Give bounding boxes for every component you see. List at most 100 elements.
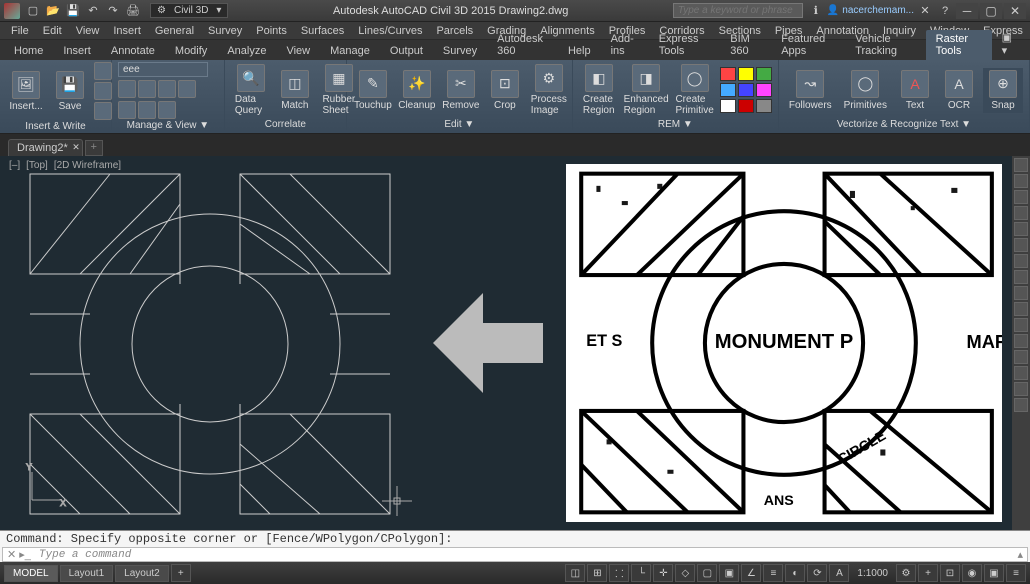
- otrack-icon[interactable]: ∠: [741, 564, 761, 582]
- save-button[interactable]: 💾Save: [50, 69, 90, 114]
- help-search-input[interactable]: [673, 3, 803, 18]
- panel-title[interactable]: Edit ▼: [353, 118, 566, 131]
- tab-insert[interactable]: Insert: [53, 42, 101, 60]
- exchange-icon[interactable]: ✕: [916, 2, 934, 20]
- navbar-icon[interactable]: [1014, 302, 1028, 316]
- annotation-monitor-icon[interactable]: +: [918, 564, 938, 582]
- tab-annotate[interactable]: Annotate: [101, 42, 165, 60]
- text-button[interactable]: AText: [895, 68, 935, 113]
- tab-express-tools[interactable]: Express Tools: [649, 30, 721, 60]
- swatch-white[interactable]: [720, 99, 736, 113]
- enhanced-region-button[interactable]: ◨Enhanced Region: [623, 62, 670, 118]
- tab-vehicle-tracking[interactable]: Vehicle Tracking: [845, 30, 925, 60]
- swatch-green[interactable]: [756, 67, 772, 81]
- scale-label[interactable]: 1:1000: [851, 568, 894, 579]
- transparency-icon[interactable]: [138, 101, 156, 119]
- tab-analyze[interactable]: Analyze: [217, 42, 276, 60]
- isodraft-icon[interactable]: ◇: [675, 564, 695, 582]
- remove-button[interactable]: ✂Remove: [441, 68, 481, 113]
- orbit-icon[interactable]: [1014, 222, 1028, 236]
- hardware-accel-icon[interactable]: ⊡: [940, 564, 960, 582]
- insert-button[interactable]: 🖼Insert...: [6, 69, 46, 114]
- swatch-magenta[interactable]: [756, 83, 772, 97]
- navbar-home-icon[interactable]: [1014, 174, 1028, 188]
- swatch-red[interactable]: [720, 67, 736, 81]
- zoom-to-icon[interactable]: [158, 80, 176, 98]
- tab-addins[interactable]: Add-ins: [601, 30, 649, 60]
- osnap-icon[interactable]: ▢: [697, 564, 717, 582]
- process-image-button[interactable]: ⚙Process Image: [529, 62, 569, 118]
- redo-icon[interactable]: ↷: [104, 2, 122, 20]
- add-layout-icon[interactable]: +: [171, 564, 191, 582]
- undo-icon[interactable]: ↶: [84, 2, 102, 20]
- navbar-icon[interactable]: [1014, 366, 1028, 380]
- menu-lines-curves[interactable]: Lines/Curves: [351, 23, 429, 39]
- menu-points[interactable]: Points: [249, 23, 294, 39]
- tab-raster-tools[interactable]: Raster Tools: [926, 30, 992, 60]
- close-tab-icon[interactable]: ✕: [72, 142, 80, 153]
- tab-home[interactable]: Home: [4, 42, 53, 60]
- data-query-button[interactable]: 🔍Data Query: [231, 62, 271, 118]
- panel-title[interactable]: Vectorize & Recognize Text ▼: [785, 118, 1023, 131]
- panel-title[interactable]: REM ▼: [579, 118, 772, 131]
- model-space-icon[interactable]: ◫: [565, 564, 585, 582]
- new-icon[interactable]: ▢: [24, 2, 42, 20]
- navbar-icon[interactable]: [1014, 270, 1028, 284]
- drawing-canvas[interactable]: [–][Top][2D Wireframe] YX: [0, 156, 1030, 530]
- new-image-icon[interactable]: [94, 62, 112, 80]
- tab-modify[interactable]: Modify: [165, 42, 217, 60]
- create-region-button[interactable]: ◧Create Region: [579, 62, 619, 118]
- tab-autodesk360[interactable]: Autodesk 360: [487, 30, 558, 60]
- recent-commands-icon[interactable]: ▴: [1013, 548, 1027, 561]
- navbar-icon[interactable]: [1014, 334, 1028, 348]
- lineweight-icon[interactable]: ≡: [763, 564, 783, 582]
- menu-survey[interactable]: Survey: [201, 23, 249, 39]
- transparency-icon[interactable]: ◐: [785, 564, 805, 582]
- print-icon[interactable]: 🖨: [124, 2, 142, 20]
- maximize-button[interactable]: ▢: [980, 3, 1002, 19]
- export-icon[interactable]: [94, 82, 112, 100]
- help-icon[interactable]: ?: [936, 2, 954, 20]
- close-button[interactable]: ✕: [1004, 3, 1026, 19]
- 3dosnap-icon[interactable]: ▣: [719, 564, 739, 582]
- menu-general[interactable]: General: [148, 23, 201, 39]
- quality-icon[interactable]: [118, 101, 136, 119]
- app-logo[interactable]: [4, 3, 20, 19]
- create-primitive-button[interactable]: ◯Create Primitive: [673, 62, 715, 118]
- primitives-button[interactable]: ◯Primitives: [840, 68, 891, 113]
- snap-button[interactable]: ⊕Snap: [983, 68, 1023, 113]
- workspace-switch-icon[interactable]: ⚙: [896, 564, 916, 582]
- selection-cycling-icon[interactable]: ⟳: [807, 564, 827, 582]
- swatch-blue[interactable]: [738, 83, 754, 97]
- match-button[interactable]: ◫Match: [275, 68, 315, 113]
- infocenter-icon[interactable]: ℹ: [807, 2, 825, 20]
- snap-mode-icon[interactable]: ⸬: [609, 564, 629, 582]
- tab-survey[interactable]: Survey: [433, 42, 487, 60]
- ocr-button[interactable]: AOCR: [939, 68, 979, 113]
- hide-image-icon[interactable]: [138, 80, 156, 98]
- menu-parcels[interactable]: Parcels: [429, 23, 480, 39]
- options-icon[interactable]: [94, 102, 112, 120]
- tab-featured-apps[interactable]: Featured Apps: [771, 30, 845, 60]
- tab-help[interactable]: Help: [558, 42, 601, 60]
- panel-title[interactable]: Manage & View ▼: [118, 119, 218, 132]
- crop-button[interactable]: ⊡Crop: [485, 68, 525, 113]
- ribbon-collapse-icon[interactable]: ▣ ▾: [992, 28, 1026, 60]
- menu-view[interactable]: View: [69, 23, 107, 39]
- viewcube-icon[interactable]: [1014, 158, 1028, 172]
- frame-icon[interactable]: [178, 80, 196, 98]
- minimize-button[interactable]: ─: [956, 3, 978, 19]
- navbar-icon[interactable]: [1014, 318, 1028, 332]
- zoom-icon[interactable]: [1014, 206, 1028, 220]
- annotation-scale-icon[interactable]: A: [829, 564, 849, 582]
- clean-screen-icon[interactable]: ▣: [984, 564, 1004, 582]
- navbar-icon[interactable]: [1014, 382, 1028, 396]
- navbar-icon[interactable]: [1014, 286, 1028, 300]
- swatch-red2[interactable]: [738, 99, 754, 113]
- cleanup-button[interactable]: ✨Cleanup: [397, 68, 437, 113]
- tab-view[interactable]: View: [276, 42, 320, 60]
- tab-bim360[interactable]: BIM 360: [720, 30, 771, 60]
- save-icon[interactable]: 💾: [64, 2, 82, 20]
- open-icon[interactable]: 📂: [44, 2, 62, 20]
- menu-file[interactable]: File: [4, 23, 36, 39]
